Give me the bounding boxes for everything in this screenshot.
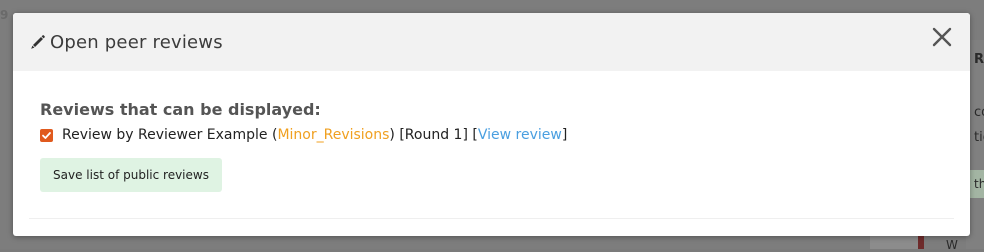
review-label-round: ) [Round 1] [: [389, 127, 478, 143]
background-fragment: R: [974, 52, 984, 67]
background-block: [870, 236, 920, 249]
background-fragment: tio: [974, 130, 984, 145]
background-fragment: th: [974, 177, 984, 191]
review-label-suffix: ]: [561, 127, 568, 143]
modal-footer-divider: [29, 218, 954, 219]
review-decision-link[interactable]: Minor_Revisions: [277, 127, 389, 143]
save-public-reviews-button[interactable]: Save list of public reviews: [40, 158, 222, 192]
view-review-link[interactable]: View review: [478, 127, 562, 143]
background-page-number: 9: [0, 8, 9, 22]
section-heading: Reviews that can be displayed:: [40, 100, 321, 119]
peer-reviews-modal: Open peer reviews Reviews that can be di…: [13, 13, 970, 236]
modal-header: Open peer reviews: [13, 13, 970, 71]
background-fragment: W: [946, 238, 958, 252]
background-fragment: co: [974, 105, 984, 120]
close-icon[interactable]: [930, 25, 954, 49]
review-checkbox[interactable]: [40, 128, 53, 142]
pencil-icon: [30, 34, 46, 50]
review-label-prefix: Review by Reviewer Example (: [62, 127, 278, 143]
modal-title: Open peer reviews: [50, 32, 223, 53]
background-block: [918, 236, 924, 249]
review-list-item: Review by Reviewer Example ( Minor_Revis…: [40, 127, 567, 143]
